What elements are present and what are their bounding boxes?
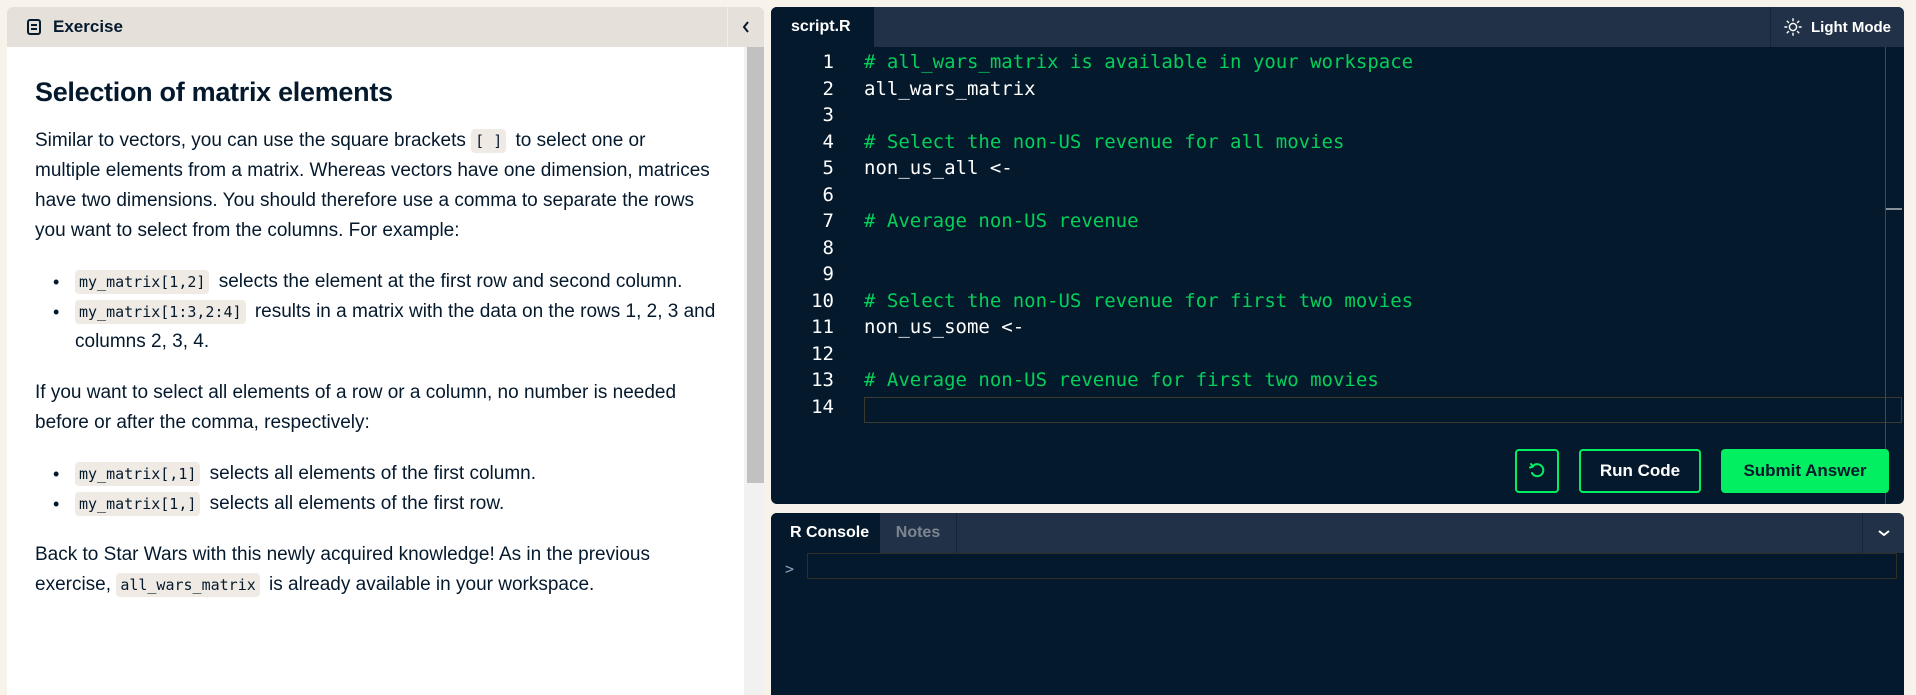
code-line[interactable]: 1 # all_wars_matrix is available in your …: [771, 49, 1891, 75]
code-line[interactable]: 6: [771, 182, 1891, 208]
inline-code: all_wars_matrix: [116, 573, 260, 597]
examples-list-2: my_matrix[,1] selects all elements of th…: [35, 459, 716, 519]
document-icon: [27, 19, 41, 35]
code-text: non_us_all <-: [864, 157, 1013, 179]
inline-code: [ ]: [471, 129, 507, 153]
code-line[interactable]: 14: [771, 394, 1891, 420]
editor-panel: script.R Light Mode 1 # all_wars_matrix i…: [771, 7, 1904, 504]
code-comment: # Select the non-US revenue for first tw…: [864, 289, 1414, 312]
line-number: 8: [822, 236, 834, 259]
line-number: 5: [822, 157, 834, 179]
chevron-down-icon: [1877, 530, 1890, 537]
exercise-scrollbar[interactable]: [744, 47, 764, 695]
line-number: 6: [822, 183, 834, 206]
tab-notes[interactable]: Notes: [880, 513, 957, 553]
line-number: 4: [822, 130, 834, 153]
code-line[interactable]: 9: [771, 261, 1891, 287]
inline-code: my_matrix[1,]: [75, 492, 201, 516]
light-mode-button[interactable]: Light Mode: [1770, 7, 1904, 47]
code-comment: # Average non-US revenue for first two m…: [864, 369, 1379, 391]
list-item: my_matrix[1,2] selects the element at th…: [53, 267, 716, 297]
exercise-title: Selection of matrix elements: [35, 77, 393, 107]
code-line[interactable]: 10 # Select the non-US revenue for first …: [771, 288, 1891, 314]
tab-r-console[interactable]: R Console: [771, 513, 880, 553]
code-comment: # all_wars_matrix is available in your w…: [864, 51, 1414, 73]
collapse-panel-button[interactable]: [727, 7, 764, 47]
code-line[interactable]: 2 all_wars_matrix: [771, 76, 1891, 102]
intro-text-1: Similar to vectors, you can use the squa…: [35, 130, 472, 151]
exercise-header: Exercise: [7, 7, 764, 47]
list-item-text: selects all elements of the first column…: [204, 463, 536, 484]
console-collapse-button[interactable]: [1862, 513, 1904, 553]
code-line[interactable]: 11 non_us_some <-: [771, 314, 1891, 340]
editor-scrollbar[interactable]: [1885, 47, 1886, 504]
intro-paragraph: Similar to vectors, you can use the squa…: [35, 126, 716, 246]
list-item: my_matrix[,1] selects all elements of th…: [53, 459, 716, 489]
code-comment: # Average non-US revenue: [864, 210, 1139, 232]
console-tab-bar: R Console Notes: [771, 513, 1904, 553]
line-number: 7: [822, 210, 834, 232]
paragraph-2: If you want to select all elements of a …: [35, 382, 677, 433]
line-number: 1: [822, 51, 834, 73]
code-line[interactable]: 8: [771, 235, 1891, 261]
paragraph-3-text-2: is already available in your workspace.: [263, 574, 595, 595]
console-prompt-icon: >: [785, 560, 795, 578]
line-number: 11: [811, 316, 834, 338]
code-comment: # Select the non-US revenue for all movi…: [864, 130, 1345, 153]
line-number: 10: [811, 289, 834, 312]
exercise-panel: Exercise Selection of matrix elements Si…: [7, 7, 764, 695]
paragraph-3: Back to Star Wars with this newly acquir…: [35, 540, 716, 600]
line-number: 2: [822, 77, 834, 100]
line-number: 3: [822, 104, 834, 126]
editor-scroll-marker: [1886, 208, 1902, 210]
line-number: 9: [822, 263, 834, 285]
chevron-left-icon: [742, 21, 749, 33]
code-text: all_wars_matrix: [864, 77, 1036, 100]
tab-script-r[interactable]: script.R: [771, 7, 874, 47]
code-text: non_us_some <-: [864, 316, 1025, 338]
list-item: my_matrix[1:3,2:4] results in a matrix w…: [53, 297, 716, 357]
exercise-header-title: Exercise: [53, 17, 123, 36]
line-number: 12: [811, 342, 834, 365]
code-line[interactable]: 4 # Select the non-US revenue for all mov…: [771, 129, 1891, 155]
list-item: my_matrix[1,] selects all elements of th…: [53, 489, 716, 519]
list-item-text: selects the element at the first row and…: [213, 271, 683, 292]
light-mode-label: Light Mode: [1811, 18, 1891, 36]
reset-button[interactable]: [1515, 449, 1559, 493]
line-number: 13: [811, 369, 834, 391]
console-panel: R Console Notes >: [771, 513, 1904, 695]
code-line[interactable]: 5 non_us_all <-: [771, 155, 1891, 181]
editor-tab-bar: script.R Light Mode: [771, 7, 1904, 47]
inline-code: my_matrix[1,2]: [75, 270, 210, 294]
exercise-content: Selection of matrix elements Similar to …: [7, 47, 744, 695]
sun-icon: [1784, 18, 1802, 36]
line-number: 14: [811, 395, 834, 418]
examples-list-1: my_matrix[1,2] selects the element at th…: [35, 267, 716, 357]
inline-code: my_matrix[,1]: [75, 462, 201, 486]
code-line[interactable]: 7 # Average non-US revenue: [771, 208, 1891, 234]
code-line[interactable]: 12: [771, 341, 1891, 367]
console-input[interactable]: [807, 553, 1897, 579]
reset-icon: [1529, 463, 1545, 478]
scrollbar-thumb[interactable]: [747, 47, 764, 483]
submit-answer-button[interactable]: Submit Answer: [1721, 449, 1889, 493]
code-editor[interactable]: 1 # all_wars_matrix is available in your …: [771, 47, 1904, 427]
inline-code: my_matrix[1:3,2:4]: [75, 300, 246, 324]
run-code-button[interactable]: Run Code: [1579, 449, 1701, 493]
code-line[interactable]: 13 # Average non-US revenue for first two…: [771, 367, 1891, 393]
code-line[interactable]: 3: [771, 102, 1891, 128]
list-item-text: selects all elements of the first row.: [204, 493, 505, 514]
